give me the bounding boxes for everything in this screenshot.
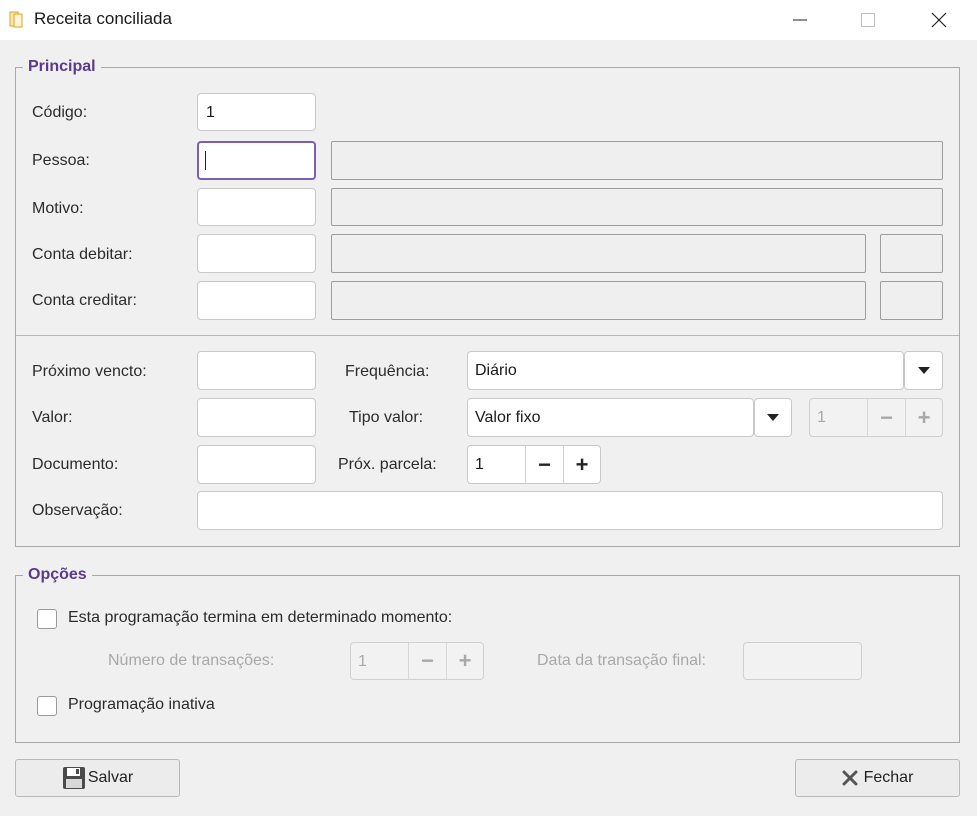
codigo-field[interactable]: 1 — [197, 93, 316, 131]
num-transacoes-increment-button[interactable]: + — [447, 643, 483, 679]
minimize-button[interactable] — [777, 0, 823, 40]
conta-debitar-extra-display — [880, 234, 943, 273]
maximize-icon — [861, 13, 875, 27]
principal-legend: Principal — [23, 58, 101, 76]
codigo-value: 1 — [206, 104, 215, 121]
proximo-vencto-label: Próximo vencto: — [32, 363, 147, 380]
frequencia-value: Diário — [475, 362, 517, 379]
frequencia-dropdown-button[interactable] — [904, 351, 943, 390]
frequencia-select[interactable]: Diário — [467, 351, 904, 390]
observacao-field[interactable] — [197, 491, 943, 530]
chevron-down-icon — [767, 414, 779, 421]
minimize-icon — [793, 19, 807, 21]
app-icon — [9, 11, 23, 28]
prox-parcela-value: 1 — [475, 456, 484, 473]
opcoes-legend: Opções — [23, 566, 92, 584]
prox-parcela-decrement-button[interactable]: − — [526, 446, 563, 483]
tipo-valor-value: Valor fixo — [475, 409, 541, 426]
conta-creditar-label: Conta creditar: — [32, 292, 137, 309]
num-transacoes-label: Número de transações: — [108, 652, 275, 669]
text-cursor — [205, 151, 206, 170]
window-title: Receita conciliada — [34, 9, 172, 28]
tipo-valor-spin-value: 1 — [817, 409, 826, 426]
fechar-label: Fechar — [863, 769, 914, 786]
conta-debitar-display — [331, 234, 866, 273]
maximize-button[interactable] — [845, 0, 891, 40]
codigo-label: Código: — [32, 104, 88, 121]
data-final-label: Data da transação final: — [537, 652, 706, 669]
close-icon — [931, 12, 947, 28]
motivo-description-display — [331, 188, 943, 226]
prox-parcela-label: Próx. parcela: — [338, 456, 437, 473]
salvar-label: Salvar — [87, 769, 134, 786]
conta-creditar-display — [331, 281, 866, 320]
num-transacoes-spinbox[interactable]: 1 − + — [350, 642, 484, 680]
documento-field[interactable] — [197, 445, 316, 484]
minus-icon: − — [880, 404, 893, 430]
tipo-valor-spinbox[interactable]: 1 − + — [809, 398, 943, 437]
termina-checkbox[interactable] — [37, 609, 57, 629]
minus-icon: − — [421, 648, 434, 673]
conta-creditar-field[interactable] — [197, 281, 316, 320]
minus-icon: − — [538, 451, 551, 477]
tipo-valor-increment-button[interactable]: + — [906, 399, 942, 436]
tipo-valor-label: Tipo valor: — [349, 409, 424, 426]
num-transacoes-decrement-button[interactable]: − — [409, 643, 446, 679]
frequencia-label: Frequência: — [345, 363, 430, 380]
conta-debitar-field[interactable] — [197, 234, 316, 273]
plus-icon: + — [917, 404, 931, 430]
termina-label[interactable]: Esta programação termina em determinado … — [68, 609, 452, 627]
documento-label: Documento: — [32, 456, 119, 473]
proximo-vencto-field[interactable] — [197, 351, 316, 390]
inativa-checkbox[interactable] — [37, 696, 57, 716]
valor-field[interactable] — [197, 398, 316, 437]
observacao-label: Observação: — [32, 502, 123, 519]
section-divider — [16, 335, 959, 336]
data-final-field[interactable] — [743, 642, 862, 680]
save-icon — [62, 767, 85, 789]
plus-icon: + — [458, 648, 472, 673]
motivo-label: Motivo: — [32, 200, 84, 217]
num-transacoes-value: 1 — [358, 653, 367, 670]
conta-creditar-extra-display — [880, 281, 943, 320]
fechar-button[interactable]: Fechar — [795, 759, 960, 797]
plus-icon: + — [575, 451, 589, 477]
tipo-valor-dropdown-button[interactable] — [754, 398, 792, 437]
close-button[interactable] — [916, 0, 962, 40]
valor-label: Valor: — [32, 409, 73, 426]
pessoa-name-display — [331, 141, 943, 180]
inativa-label[interactable]: Programação inativa — [68, 696, 215, 714]
tipo-valor-select[interactable]: Valor fixo — [467, 398, 754, 437]
tipo-valor-decrement-button[interactable]: − — [868, 399, 905, 436]
close-x-icon — [842, 770, 858, 786]
motivo-field[interactable] — [197, 188, 316, 226]
conta-debitar-label: Conta debitar: — [32, 246, 133, 263]
pessoa-label: Pessoa: — [32, 152, 90, 169]
prox-parcela-increment-button[interactable]: + — [564, 446, 600, 483]
pessoa-field[interactable] — [197, 141, 316, 180]
salvar-button[interactable]: Salvar — [15, 759, 180, 797]
prox-parcela-spinbox[interactable]: 1 − + — [467, 445, 601, 484]
chevron-down-icon — [917, 367, 930, 374]
